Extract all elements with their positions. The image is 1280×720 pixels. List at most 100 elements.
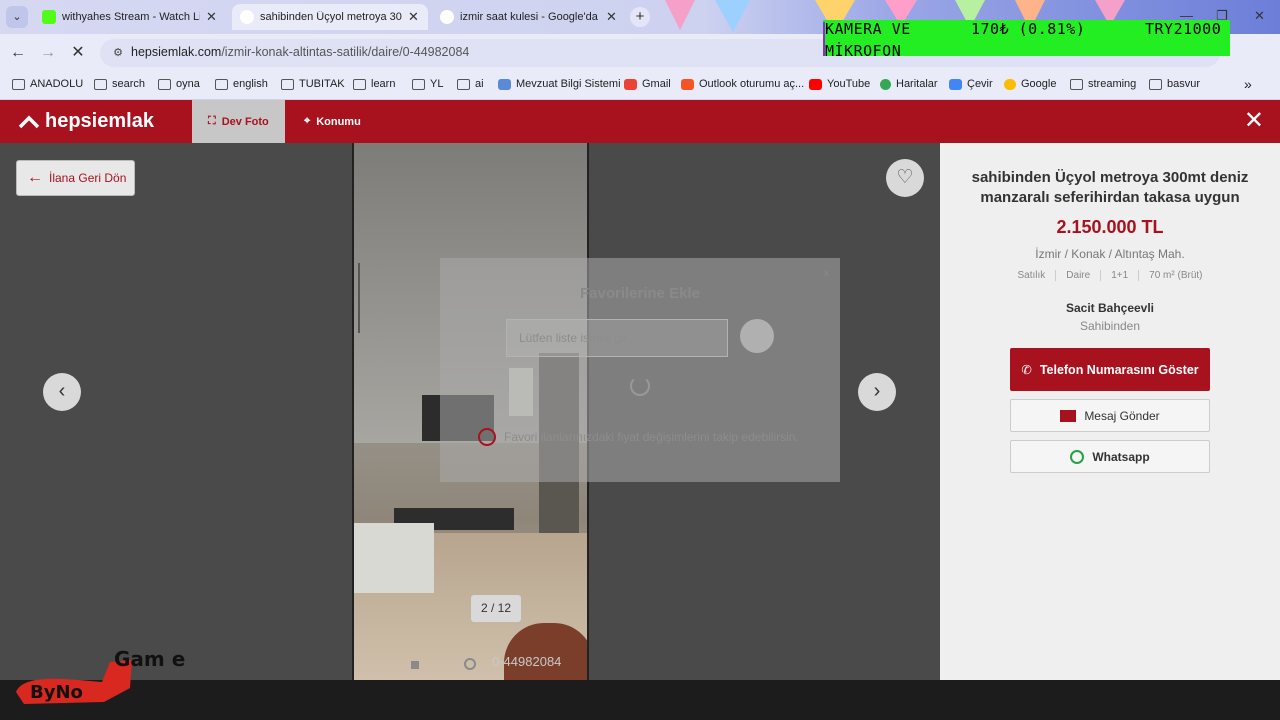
- bookmark-label: YL: [430, 78, 444, 90]
- bookmark-folder[interactable]: ANADOLU: [12, 78, 83, 90]
- tab-title: izmir saat kulesi - Google'da Ar: [460, 11, 600, 23]
- svg-text:Gam e: Gam e: [114, 647, 185, 671]
- button-label: Mesaj Gönder: [1084, 408, 1160, 423]
- button-label: Whatsapp: [1092, 449, 1150, 464]
- tab-dev-foto[interactable]: ⛶ Dev Foto: [192, 100, 285, 143]
- forward-arrow-icon[interactable]: →: [38, 43, 58, 63]
- folder-icon: [412, 78, 425, 90]
- bookmark-label: english: [233, 78, 268, 90]
- new-tab-button[interactable]: +: [630, 7, 650, 27]
- bookmark-label: Çevir: [967, 78, 993, 90]
- bynogame-watermark-icon: Gam e ByNo: [16, 647, 185, 704]
- tab-close-icon[interactable]: ✕: [606, 9, 618, 25]
- whatsapp-icon: [1070, 449, 1085, 464]
- outlook-icon: [681, 78, 694, 90]
- overlay-goal-text: TRY21000: [1145, 20, 1222, 38]
- show-phone-button[interactable]: ✆ Telefon Numarasını Göster: [1010, 348, 1210, 391]
- send-message-button[interactable]: Mesaj Gönder: [1010, 399, 1210, 432]
- logo-text: hepsiemlak: [45, 110, 154, 132]
- page-favicon-icon: [240, 10, 254, 24]
- modal-close-icon[interactable]: ×: [823, 266, 830, 280]
- folder-icon: [12, 78, 25, 90]
- button-label: Telefon Numarasını Göster: [1039, 362, 1199, 377]
- bookmark-link[interactable]: Google: [1004, 78, 1056, 90]
- bookmark-folder[interactable]: learn: [353, 78, 395, 90]
- back-to-listing-button[interactable]: ← İlana Geri Dön: [16, 160, 135, 196]
- bookmarks-overflow-button[interactable]: »: [1244, 76, 1252, 92]
- add-favorite-modal: × Favorilerine Ekle Lütfen liste ismini …: [440, 258, 840, 482]
- overlay-mic-text: MİKROFON: [825, 42, 902, 60]
- tab-close-icon[interactable]: ✕: [206, 9, 218, 25]
- bookmark-link[interactable]: Çevir: [949, 78, 993, 90]
- bookmark-folder[interactable]: english: [215, 78, 268, 90]
- listing-details-panel: sahibinden Üçyol metroya 300mt deniz man…: [940, 143, 1280, 680]
- folder-icon: [281, 78, 294, 90]
- folder-icon: [457, 78, 470, 90]
- bookmark-folder[interactable]: ai: [457, 78, 484, 90]
- bookmark-folder[interactable]: YL: [412, 78, 443, 90]
- bookmark-label: learn: [371, 78, 396, 90]
- maps-icon: [880, 78, 891, 90]
- bookmark-label: Mevzuat Bilgi Sistemi: [516, 78, 621, 90]
- owner-type: Sahibinden: [1079, 319, 1141, 333]
- tab-kick-stream[interactable]: withyahes Stream - Watch Live ✕: [34, 4, 226, 30]
- google-favicon-icon: [440, 10, 454, 24]
- meta-item: Daire: [1056, 270, 1102, 281]
- bookmarks-bar: ANADOLU search oyna english TUBITAK lear…: [0, 72, 1280, 100]
- youtube-icon: [809, 78, 822, 90]
- modal-info-row: Favori ilanlarınızdaki fiyat değişimleri…: [474, 418, 816, 456]
- next-photo-button[interactable]: ›: [858, 373, 896, 411]
- tab-close-icon[interactable]: ✕: [408, 9, 420, 25]
- tab-konumu[interactable]: ⌖ Konumu: [288, 100, 377, 143]
- tab-google-search[interactable]: izmir saat kulesi - Google'da Ar ✕: [432, 4, 626, 30]
- window-close-icon[interactable]: ✕: [1254, 8, 1265, 24]
- bookmark-link[interactable]: Mevzuat Bilgi Sistemi: [498, 78, 621, 90]
- meta-item: Satılık: [1007, 270, 1057, 281]
- whatsapp-button[interactable]: Whatsapp: [1010, 440, 1210, 473]
- bookmark-folder[interactable]: search: [94, 78, 145, 90]
- bookmark-folder[interactable]: streaming: [1070, 78, 1136, 90]
- close-gallery-icon[interactable]: ✕: [1244, 109, 1264, 133]
- bookmark-folder[interactable]: TUBITAK: [281, 78, 345, 90]
- tab-search-button[interactable]: ⌄: [6, 6, 28, 28]
- screen: ⌄ withyahes Stream - Watch Live ✕ sahibi…: [0, 0, 1280, 720]
- bookmark-label: oyna: [176, 78, 200, 90]
- stop-loading-icon[interactable]: ✕: [68, 43, 88, 63]
- bookmark-link[interactable]: Outlook oturumu aç...: [681, 78, 804, 90]
- folder-icon: [353, 78, 366, 90]
- bookmark-label: YouTube: [827, 78, 871, 90]
- expand-icon: ⛶: [208, 115, 216, 127]
- tab-label: Konumu: [316, 115, 361, 128]
- envelope-icon: [1060, 409, 1077, 422]
- mevzuat-icon: [498, 78, 511, 90]
- meta-item: 70 m² (Brüt): [1149, 270, 1203, 281]
- bookmark-link[interactable]: Gmail: [624, 78, 671, 90]
- thumbnail-square-icon[interactable]: [411, 661, 419, 669]
- overlay-donation-text: 170₺ (0.81%): [971, 20, 1086, 38]
- bookmark-link[interactable]: Haritalar: [880, 78, 938, 90]
- owner-name[interactable]: Sacit Bahçeevli: [940, 301, 1280, 315]
- clock-icon: [478, 428, 496, 446]
- bookmark-label: Gmail: [642, 78, 671, 90]
- bookmark-label: Google: [1021, 78, 1057, 90]
- bookmark-folder[interactable]: oyna: [158, 78, 200, 90]
- bookmark-folder[interactable]: basvur: [1149, 78, 1200, 90]
- hepsiemlak-logo[interactable]: hepsiemlak: [18, 110, 154, 133]
- site-info-icon[interactable]: ⚙: [110, 45, 126, 61]
- tab-title: sahibinden Üçyol metroya 300m: [260, 11, 402, 23]
- previous-photo-button[interactable]: ‹: [43, 373, 81, 411]
- favorite-heart-icon[interactable]: ♡: [886, 159, 924, 197]
- bookmark-link[interactable]: YouTube: [809, 78, 870, 90]
- gmail-icon: [624, 78, 637, 90]
- overlay-camera-text: KAMERA VE: [825, 20, 911, 38]
- bookmark-label: ANADOLU: [30, 78, 84, 90]
- thumbnail-circle-icon[interactable]: [464, 658, 476, 670]
- tab-hepsiemlak[interactable]: sahibinden Üçyol metroya 300m ✕: [232, 4, 428, 30]
- list-name-input[interactable]: Lütfen liste ismini gir: [506, 319, 728, 357]
- back-arrow-icon[interactable]: ←: [8, 43, 28, 63]
- folder-icon: [94, 78, 107, 90]
- add-list-button[interactable]: [740, 319, 774, 353]
- svg-text:ByNo: ByNo: [30, 682, 83, 703]
- photo-counter: 2 / 12: [471, 595, 521, 622]
- folder-icon: [158, 78, 171, 90]
